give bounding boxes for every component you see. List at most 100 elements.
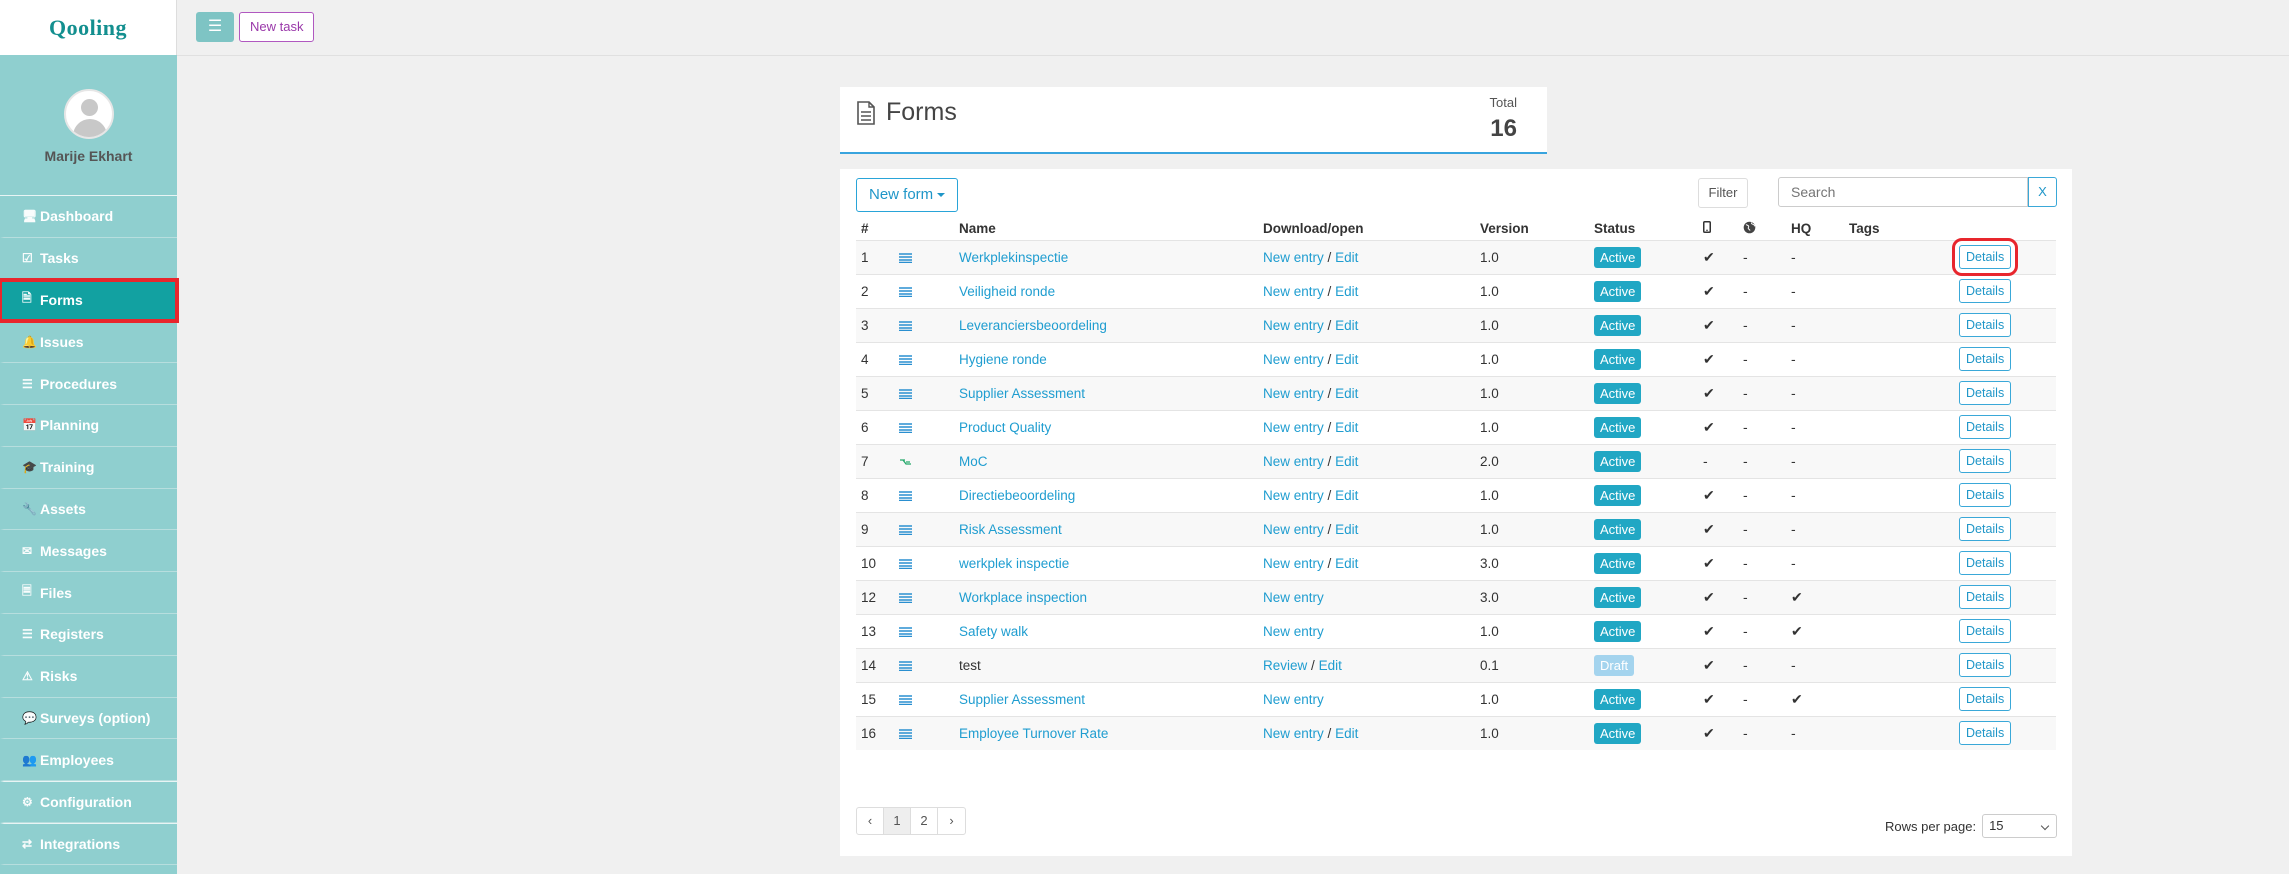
details-button[interactable]: Details (1959, 653, 2012, 677)
page-2-button[interactable]: 2 (911, 808, 938, 834)
details-button[interactable]: Details (1959, 313, 2012, 337)
form-name-link[interactable]: Product Quality (959, 420, 1051, 435)
sidebar-item-integrations[interactable]: ⇄ Integrations (0, 822, 177, 865)
col-name[interactable]: Name (954, 218, 1258, 240)
sidebar-item-employees[interactable]: 👥 Employees (0, 739, 177, 782)
form-name-link[interactable]: Hygiene ronde (959, 352, 1047, 367)
details-button[interactable]: Details (1959, 585, 2012, 609)
details-button[interactable]: Details (1959, 415, 2012, 439)
new-entry-link[interactable]: New entry (1263, 590, 1324, 605)
details-button[interactable]: Details (1959, 449, 2012, 473)
sidebar-item-forms[interactable]: 🗎 Forms (0, 277, 179, 324)
details-button[interactable]: Details (1959, 687, 2012, 711)
form-name-link[interactable]: Leveranciersbeoordeling (959, 318, 1107, 333)
new-form-button[interactable]: New form (856, 178, 959, 212)
edit-link[interactable]: Edit (1335, 522, 1358, 537)
sidebar-item-messages[interactable]: ✉ Messages (0, 530, 177, 573)
download-open-cell: New entry / Edit (1258, 239, 1475, 274)
edit-link[interactable]: Edit (1335, 420, 1358, 435)
sidebar-item-risks[interactable]: ⚠ Risks (0, 656, 177, 698)
new-entry-link[interactable]: New entry (1263, 522, 1324, 537)
table-row: 4 Hygiene ronde New entry / Edit 1.0 Active ✔… (856, 341, 2056, 376)
page-1-button[interactable]: 1 (884, 808, 911, 834)
sidebar-item-files[interactable]: 🗏 Files (0, 572, 177, 614)
new-entry-link[interactable]: New entry (1263, 284, 1324, 299)
sidebar-item-tasks[interactable]: ☑ Tasks (0, 238, 177, 280)
edit-link[interactable]: Edit (1335, 284, 1358, 299)
new-task-button[interactable]: New task (239, 12, 315, 42)
col-actions (1919, 218, 2056, 240)
review-link[interactable]: Review (1263, 658, 1307, 673)
edit-link[interactable]: Edit (1335, 386, 1358, 401)
form-name-link[interactable]: Safety walk (959, 624, 1028, 639)
sidebar-item-training[interactable]: 🎓 Training (0, 447, 177, 489)
sidebar-item-procedures[interactable]: ☰ Procedures (0, 363, 177, 405)
details-button[interactable]: Details (1959, 347, 2012, 371)
edit-link[interactable]: Edit (1335, 556, 1358, 571)
details-button[interactable]: Details (1951, 238, 2019, 276)
form-name-link[interactable]: Directiebeoordeling (959, 488, 1075, 503)
details-button[interactable]: Details (1959, 279, 2012, 303)
details-button[interactable]: Details (1959, 551, 2012, 575)
new-entry-link[interactable]: New entry (1263, 692, 1324, 707)
next-page-button[interactable]: › (938, 808, 965, 834)
table-row: 12 Workplace inspection New entry 3.0 Active… (856, 579, 2056, 614)
list-icon: ☰ (22, 376, 33, 391)
sidebar-item-planning[interactable]: 📅 Planning (0, 405, 177, 447)
edit-link[interactable]: Edit (1335, 318, 1358, 333)
new-entry-link[interactable]: New entry (1263, 556, 1324, 571)
download-open-cell: Review / Edit (1258, 647, 1475, 682)
details-button[interactable]: Details (1959, 721, 2012, 746)
form-name-link[interactable]: MoC (959, 454, 988, 469)
app-logo[interactable]: Qooling (0, 0, 177, 55)
menu-toggle-button[interactable]: ☰ (196, 12, 234, 42)
new-entry-link[interactable]: New entry (1263, 454, 1324, 469)
edit-link[interactable]: Edit (1335, 352, 1358, 367)
edit-link[interactable]: Edit (1335, 726, 1358, 741)
sidebar-item-configuration[interactable]: ⚙ Configuration (0, 781, 177, 823)
new-entry-link[interactable]: New entry (1263, 624, 1324, 639)
sidebar-item-assets[interactable]: 🔧 Assets (0, 489, 177, 531)
details-button[interactable]: Details (1959, 619, 2012, 643)
sidebar-item-surveys-option[interactable]: 💬 Surveys (option) (0, 698, 177, 740)
avatar[interactable] (63, 89, 114, 139)
new-entry-link[interactable]: New entry (1263, 488, 1324, 503)
sidebar-item-issues[interactable]: 🔔 Issues (0, 321, 177, 364)
form-name-link[interactable]: Employee Turnover Rate (959, 726, 1108, 741)
new-entry-link[interactable]: New entry (1263, 420, 1324, 435)
filter-button[interactable]: Filter (1698, 178, 1748, 208)
details-button[interactable]: Details (1959, 381, 2012, 405)
form-name-link[interactable]: Risk Assessment (959, 522, 1062, 537)
search-clear-button[interactable]: X (2028, 177, 2057, 207)
hamburger-icon: ☰ (207, 18, 223, 35)
form-name-link[interactable]: Supplier Assessment (959, 386, 1085, 401)
rows-per-page-select[interactable]: 15 (1982, 814, 2058, 838)
form-name-link[interactable]: test (959, 658, 981, 673)
edit-link[interactable]: Edit (1335, 454, 1358, 469)
form-type-cell (894, 647, 954, 682)
form-name-link[interactable]: Veiligheid ronde (959, 284, 1055, 299)
mobile-status: ✔ (1703, 588, 1715, 605)
new-entry-link[interactable]: New entry (1263, 726, 1324, 741)
new-entry-link[interactable]: New entry (1263, 352, 1324, 367)
sidebar-item-registers[interactable]: ☰ Registers (0, 614, 177, 656)
col-version[interactable]: Version (1475, 218, 1589, 240)
form-name-link[interactable]: Supplier Assessment (959, 692, 1085, 707)
edit-link[interactable]: Edit (1319, 658, 1342, 673)
form-name-link[interactable]: Workplace inspection (959, 590, 1087, 605)
details-button[interactable]: Details (1959, 517, 2012, 541)
edit-link[interactable]: Edit (1335, 250, 1358, 265)
prev-page-button[interactable]: ‹ (857, 808, 884, 834)
hq-status: - (1791, 555, 1796, 571)
new-entry-link[interactable]: New entry (1263, 250, 1324, 265)
new-entry-link[interactable]: New entry (1263, 318, 1324, 333)
form-name-link[interactable]: Werkplekinspectie (959, 250, 1068, 265)
edit-link[interactable]: Edit (1335, 488, 1358, 503)
new-entry-link[interactable]: New entry (1263, 386, 1324, 401)
details-button[interactable]: Details (1959, 483, 2012, 507)
form-name-link[interactable]: werkplek inspectie (959, 556, 1069, 571)
col-status[interactable]: Status (1589, 218, 1698, 240)
sidebar-item-dashboard[interactable]: 🖥 Dashboard (0, 196, 177, 238)
search-input[interactable] (1778, 177, 2028, 207)
list-form-icon (899, 559, 912, 569)
